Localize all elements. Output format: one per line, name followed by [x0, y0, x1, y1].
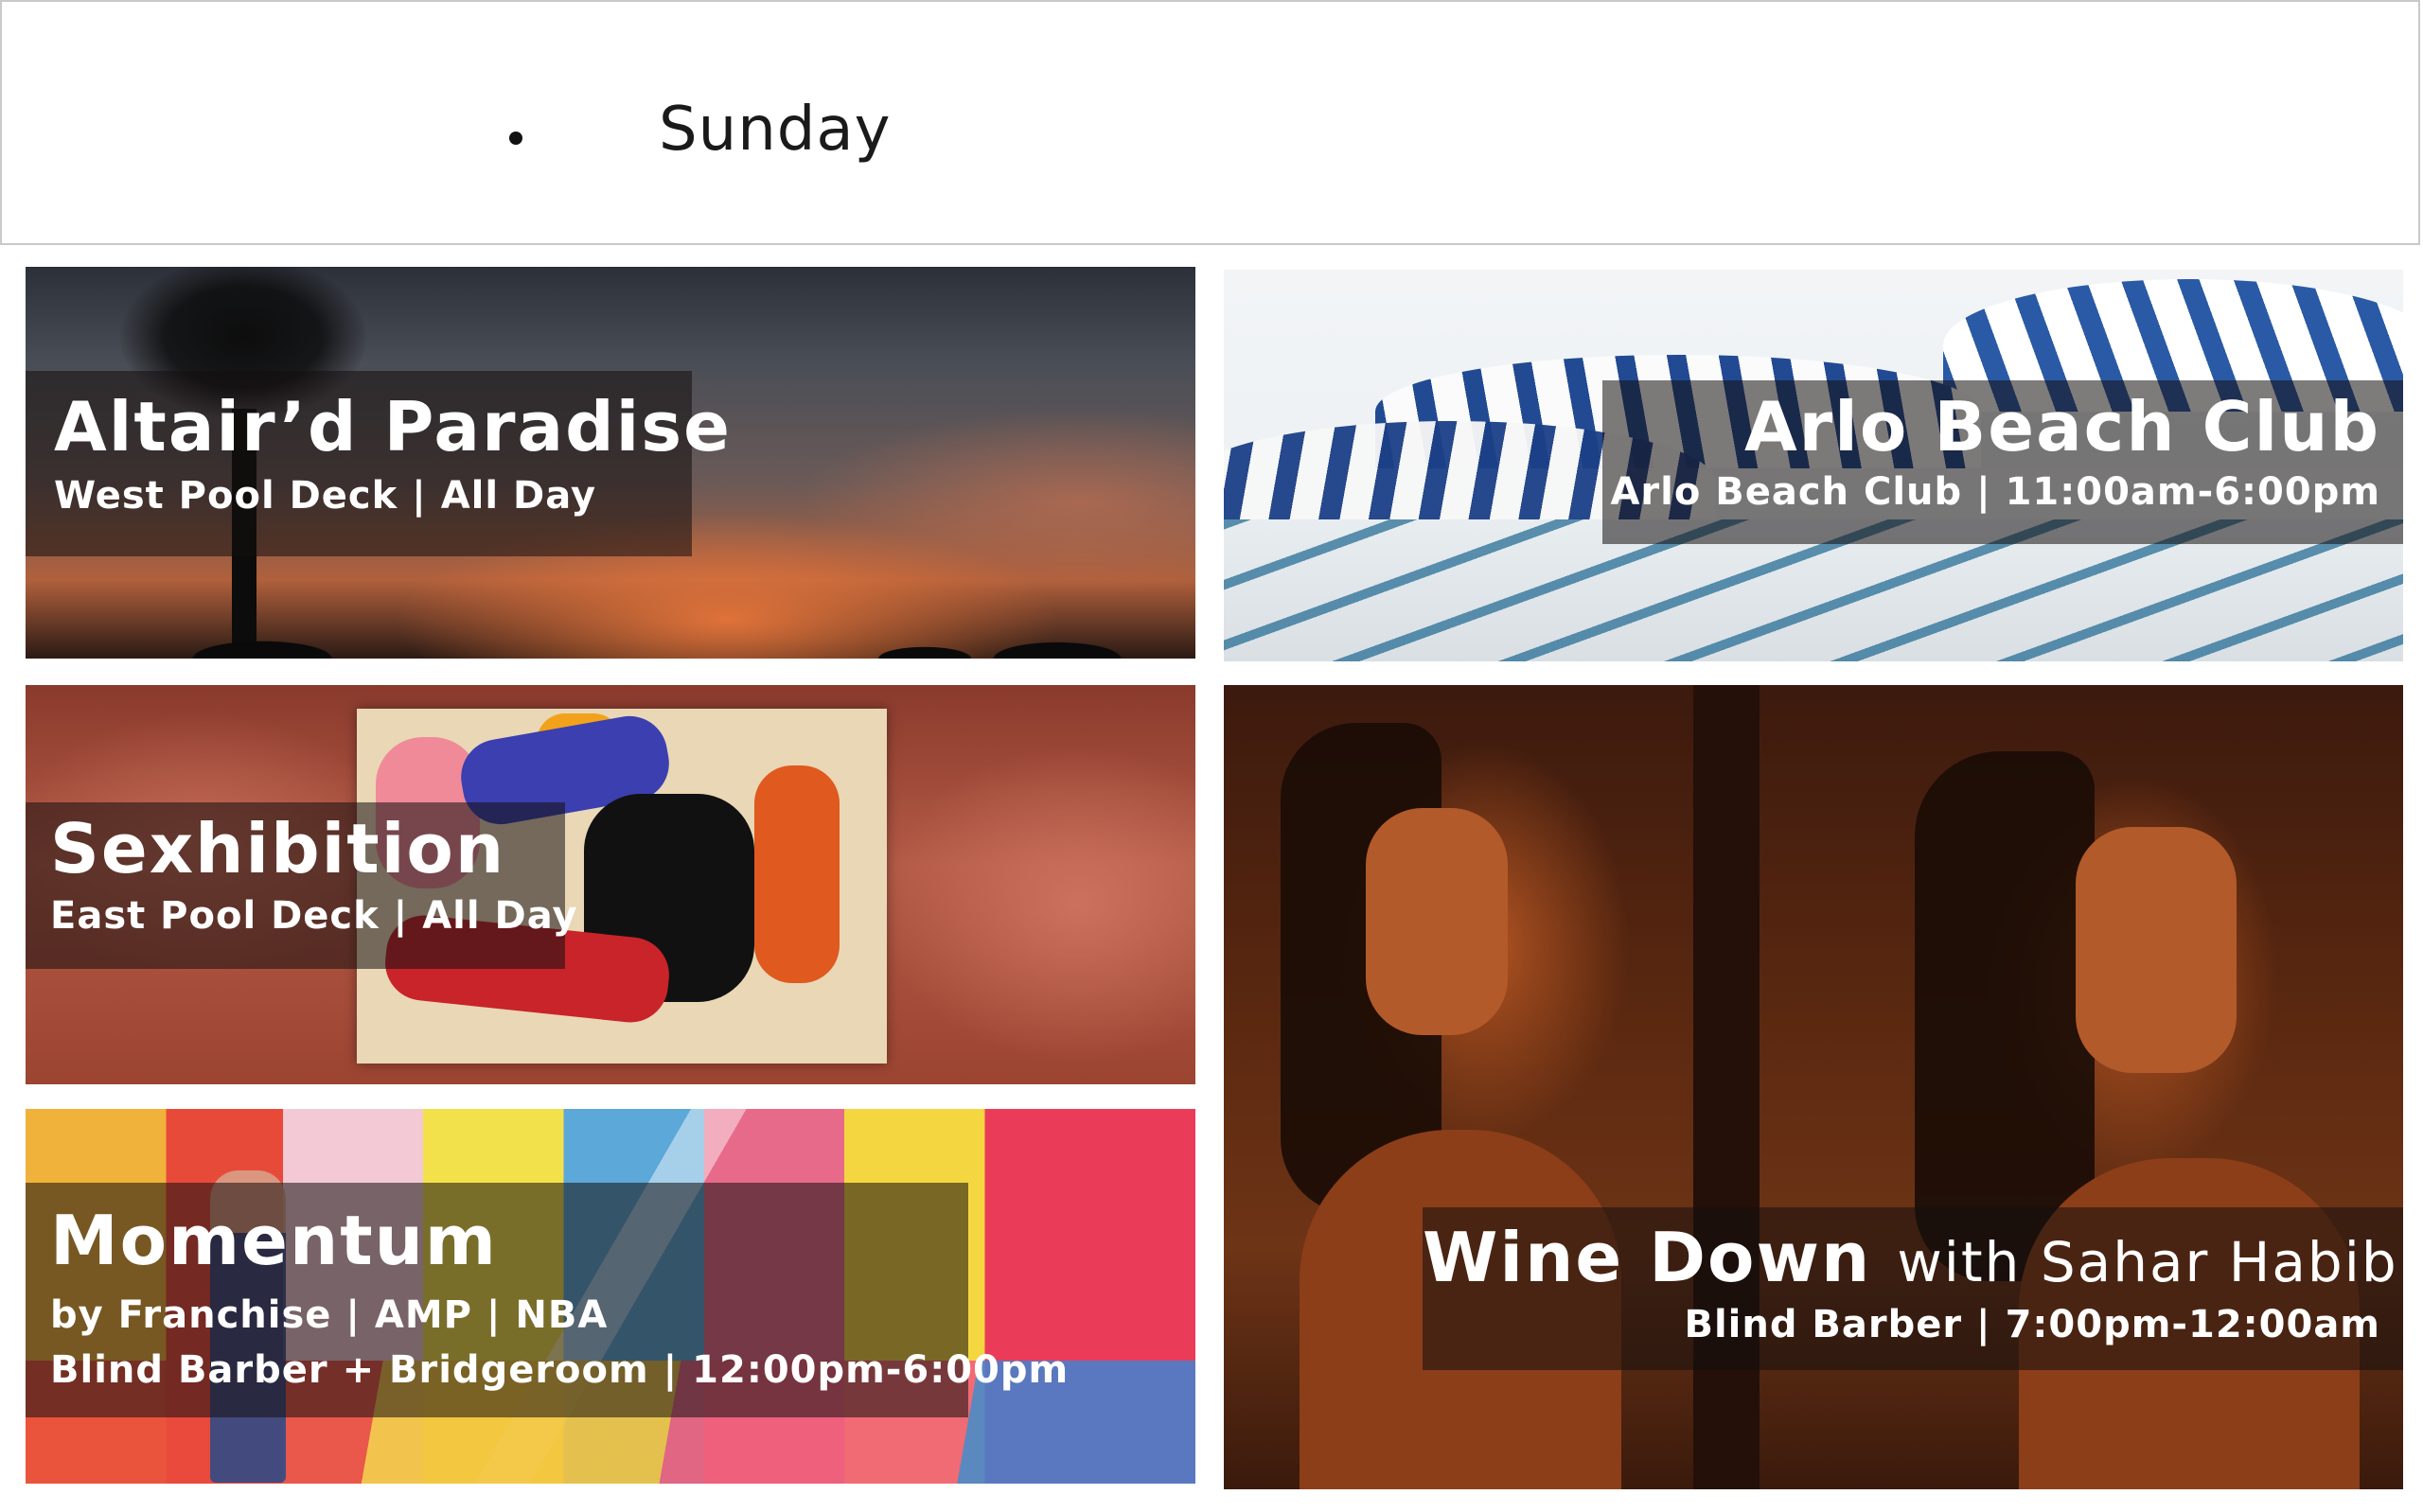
event-title: Momentum — [50, 1201, 498, 1280]
event-location-time: East Pool Deck | All Day — [50, 894, 578, 939]
event-card-momentum[interactable]: Momentum by Franchise | AMP | NBA Blind … — [26, 1109, 1195, 1484]
bullet-icon — [509, 132, 522, 145]
event-caption: Sexhibition East Pool Deck | All Day — [26, 802, 578, 969]
event-location-time: Blind Barber + Bridgeroom | 12:00pm-6:00… — [50, 1348, 1070, 1393]
event-caption: Wine Down with Sahar Habibi Blind Barber… — [1423, 1207, 2403, 1370]
event-title: Wine Down with Sahar Habibi — [1423, 1218, 2403, 1297]
event-card-sexhibition[interactable]: Sexhibition East Pool Deck | All Day — [26, 685, 1195, 1084]
event-title: Sexhibition — [50, 809, 506, 888]
event-card-wine-down[interactable]: Wine Down with Sahar Habibi Blind Barber… — [1224, 685, 2403, 1489]
event-location-time: Arlo Beach Club | 11:00am-6:00pm — [1610, 470, 2380, 515]
event-location-time: Blind Barber | 7:00pm-12:00am — [1684, 1303, 2380, 1347]
event-card-altaird-paradise[interactable]: Altair’d Paradise West Pool Deck | All D… — [26, 267, 1195, 659]
event-location-time: West Pool Deck | All Day — [54, 474, 597, 519]
day-title: Sunday — [659, 95, 892, 165]
event-title-main: Wine Down — [1423, 1218, 1872, 1297]
day-header: Sunday — [0, 0, 2420, 245]
event-title: Altair’d Paradise — [54, 387, 732, 466]
event-caption: Momentum by Franchise | AMP | NBA Blind … — [26, 1183, 1068, 1417]
event-title: Arlo Beach Club — [1743, 387, 2380, 466]
event-caption: Altair’d Paradise West Pool Deck | All D… — [26, 371, 732, 556]
event-presenters: by Franchise | AMP | NBA — [50, 1293, 609, 1338]
event-caption: Arlo Beach Club Arlo Beach Club | 11:00a… — [1602, 380, 2403, 544]
event-subtitle: by Franchise | AMP | NBA Blind Barber + … — [50, 1288, 1068, 1398]
event-title-suffix: with Sahar Habibi — [1897, 1230, 2403, 1294]
event-card-arlo-beach-club[interactable]: Arlo Beach Club Arlo Beach Club | 11:00a… — [1224, 270, 2403, 661]
